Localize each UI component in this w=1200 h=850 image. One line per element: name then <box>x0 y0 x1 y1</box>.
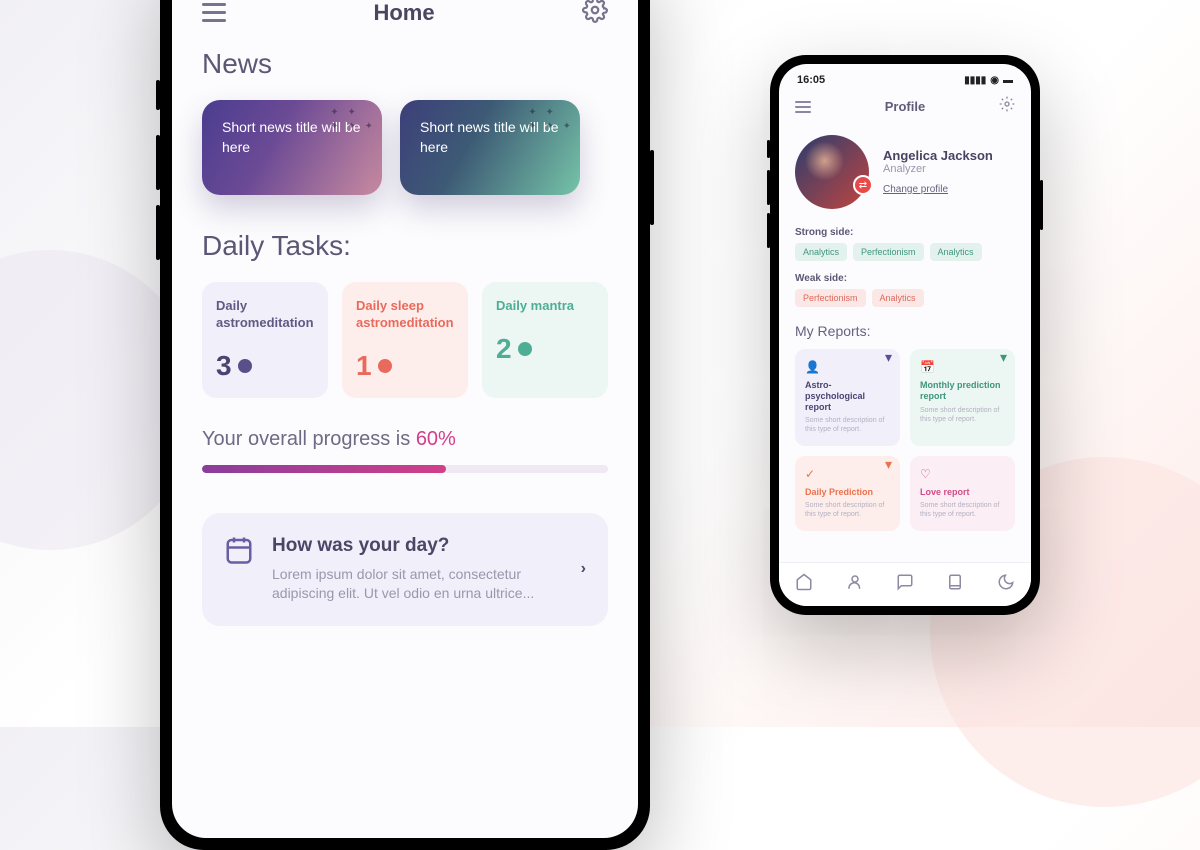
bookmark-icon: ▾ <box>1000 349 1007 366</box>
nav-moon-icon[interactable] <box>997 573 1015 596</box>
report-card[interactable]: ▾ ✓ Daily Prediction Some short descript… <box>795 456 900 531</box>
task-badge-icon <box>518 342 532 356</box>
task-label: Daily sleep astromeditation <box>356 298 454 332</box>
tag[interactable]: Perfectionism <box>795 289 866 307</box>
tag[interactable]: Analytics <box>930 243 982 261</box>
bookmark-icon: ▾ <box>885 456 892 473</box>
report-card[interactable]: ▾ 👤 Astro- psychological report Some sho… <box>795 349 900 446</box>
menu-icon[interactable] <box>202 3 226 22</box>
person-icon: 👤 <box>805 360 890 374</box>
news-heading: News <box>202 48 608 80</box>
news-card[interactable]: Short news title will be here ✦ ✦✦ ✦ ✦ <box>400 100 580 195</box>
report-title: Astro- psychological report <box>805 380 890 412</box>
reports-heading: My Reports: <box>779 313 1031 349</box>
page-title: Home <box>373 0 434 26</box>
progress-value: 60% <box>416 428 456 450</box>
tag[interactable]: Perfectionism <box>853 243 924 261</box>
tag[interactable]: Analytics <box>795 243 847 261</box>
report-desc: Some short description of this type of r… <box>805 416 890 434</box>
settings-icon[interactable] <box>999 96 1015 117</box>
settings-icon[interactable] <box>582 0 608 28</box>
task-count: 1 <box>356 350 372 382</box>
task-label: Daily astromeditation <box>216 298 314 332</box>
check-icon: ✓ <box>805 467 890 481</box>
day-card[interactable]: How was your day? Lorem ipsum dolor sit … <box>202 513 608 626</box>
battery-icon: ▬ <box>1003 75 1013 86</box>
report-title: Love report <box>920 487 1005 498</box>
strong-side-label: Strong side: <box>779 221 1031 243</box>
report-title: Monthly prediction report <box>920 380 1005 402</box>
task-count: 3 <box>216 350 232 382</box>
report-desc: Some short description of this type of r… <box>805 501 890 519</box>
phone-profile: 16:05 ▮▮▮▮◉▬ Profile ⇄ Angelica Jackson … <box>770 55 1040 615</box>
avatar-badge-icon: ⇄ <box>853 175 873 195</box>
nav-chat-icon[interactable] <box>896 573 914 596</box>
calendar-icon <box>224 535 254 570</box>
change-profile-link[interactable]: Change profile <box>883 184 948 195</box>
heart-icon: ♡ <box>920 467 1005 481</box>
chevron-right-icon: › <box>581 560 586 578</box>
menu-icon[interactable] <box>795 101 811 113</box>
tag[interactable]: Analytics <box>872 289 924 307</box>
bottom-nav <box>779 562 1031 606</box>
report-card[interactable]: ▾ 📅 Monthly prediction report Some short… <box>910 349 1015 446</box>
signal-icon: ▮▮▮▮ <box>964 75 986 86</box>
tasks-heading: Daily Tasks: <box>202 230 608 262</box>
progress-label: Your overall progress is 60% <box>202 428 608 451</box>
report-title: Daily Prediction <box>805 487 890 498</box>
status-time: 16:05 <box>797 74 825 86</box>
progress-bar <box>202 465 608 473</box>
wifi-icon: ◉ <box>990 75 999 86</box>
day-card-title: How was your day? <box>272 535 586 557</box>
page-title: Profile <box>885 99 925 114</box>
task-badge-icon <box>238 359 252 373</box>
report-card[interactable]: ♡ Love report Some short description of … <box>910 456 1015 531</box>
calendar-icon: 📅 <box>920 360 1005 374</box>
report-desc: Some short description of this type of r… <box>920 406 1005 424</box>
nav-book-icon[interactable] <box>946 573 964 596</box>
avatar[interactable] <box>795 135 869 209</box>
day-card-desc: Lorem ipsum dolor sit amet, consectetur … <box>272 565 586 604</box>
profile-name: Angelica Jackson <box>883 148 1015 163</box>
nav-profile-icon[interactable] <box>846 573 864 596</box>
task-card[interactable]: Daily astromeditation 3 <box>202 282 328 398</box>
task-count: 2 <box>496 333 512 365</box>
task-card[interactable]: Daily sleep astromeditation 1 <box>342 282 468 398</box>
nav-home-icon[interactable] <box>795 573 813 596</box>
task-badge-icon <box>378 359 392 373</box>
profile-role: Analyzer <box>883 163 1015 175</box>
phone-home: Home News Short news title will be here … <box>160 0 650 850</box>
weak-side-label: Weak side: <box>779 267 1031 289</box>
bookmark-icon: ▾ <box>885 349 892 366</box>
progress-fill <box>202 465 446 473</box>
status-bar: 16:05 ▮▮▮▮ ◉ ▬ <box>779 64 1031 86</box>
report-desc: Some short description of this type of r… <box>920 501 1005 519</box>
task-label: Daily mantra <box>496 298 594 315</box>
task-card[interactable]: Daily mantra 2 <box>482 282 608 398</box>
news-card[interactable]: Short news title will be here ✦ ✦✦ ✦ ✦ <box>202 100 382 195</box>
